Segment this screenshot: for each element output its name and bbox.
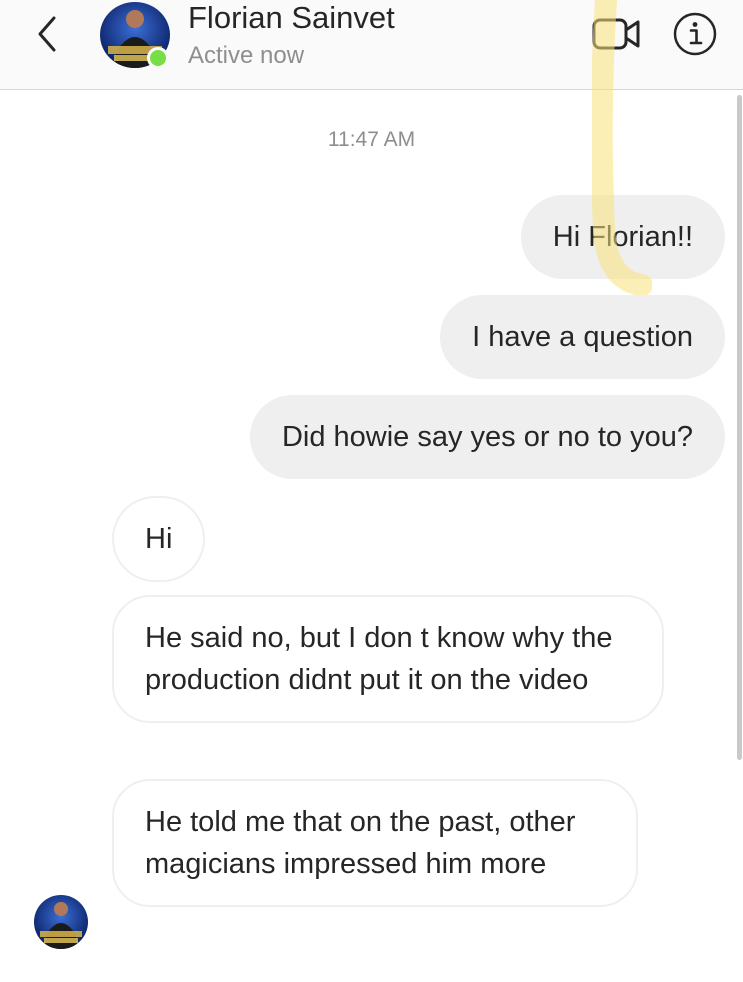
contact-name[interactable]: Florian Sainvet [188,0,395,36]
incoming-message[interactable]: Hi [112,496,206,582]
message-timestamp: 11:47 AM [327,128,416,151]
message-text: He told me that on the past, other magic… [145,806,576,880]
outgoing-message[interactable]: Hi Florian!! [520,195,725,279]
back-button[interactable] [30,12,70,56]
info-icon [673,12,717,56]
message-text: He said no, but I don t know why the pro… [145,622,613,696]
chevron-left-icon [38,16,56,52]
contact-status: Active now [188,42,305,69]
outgoing-message[interactable]: I have a question [440,295,725,379]
scrollbar[interactable] [737,95,742,760]
dm-screen: Florian Sainvet Active now 11:47 AM Hi F… [0,0,743,982]
outgoing-message[interactable]: Did howie say yes or no to you? [249,395,725,479]
incoming-message[interactable]: He said no, but I don t know why the pro… [112,595,664,723]
online-indicator [147,47,169,69]
message-text: Did howie say yes or no to you? [281,421,693,453]
sender-avatar[interactable] [34,895,88,949]
message-text: Hi Florian!! [552,221,693,253]
message-text: Hi [145,523,173,555]
profile-photo-image [34,895,88,949]
video-call-button[interactable] [590,12,644,56]
chat-header: Florian Sainvet Active now [0,0,743,90]
info-button[interactable] [672,11,718,57]
message-text: I have a question [472,321,693,353]
incoming-message[interactable]: He told me that on the past, other magic… [112,779,638,907]
video-camera-icon [592,18,640,50]
